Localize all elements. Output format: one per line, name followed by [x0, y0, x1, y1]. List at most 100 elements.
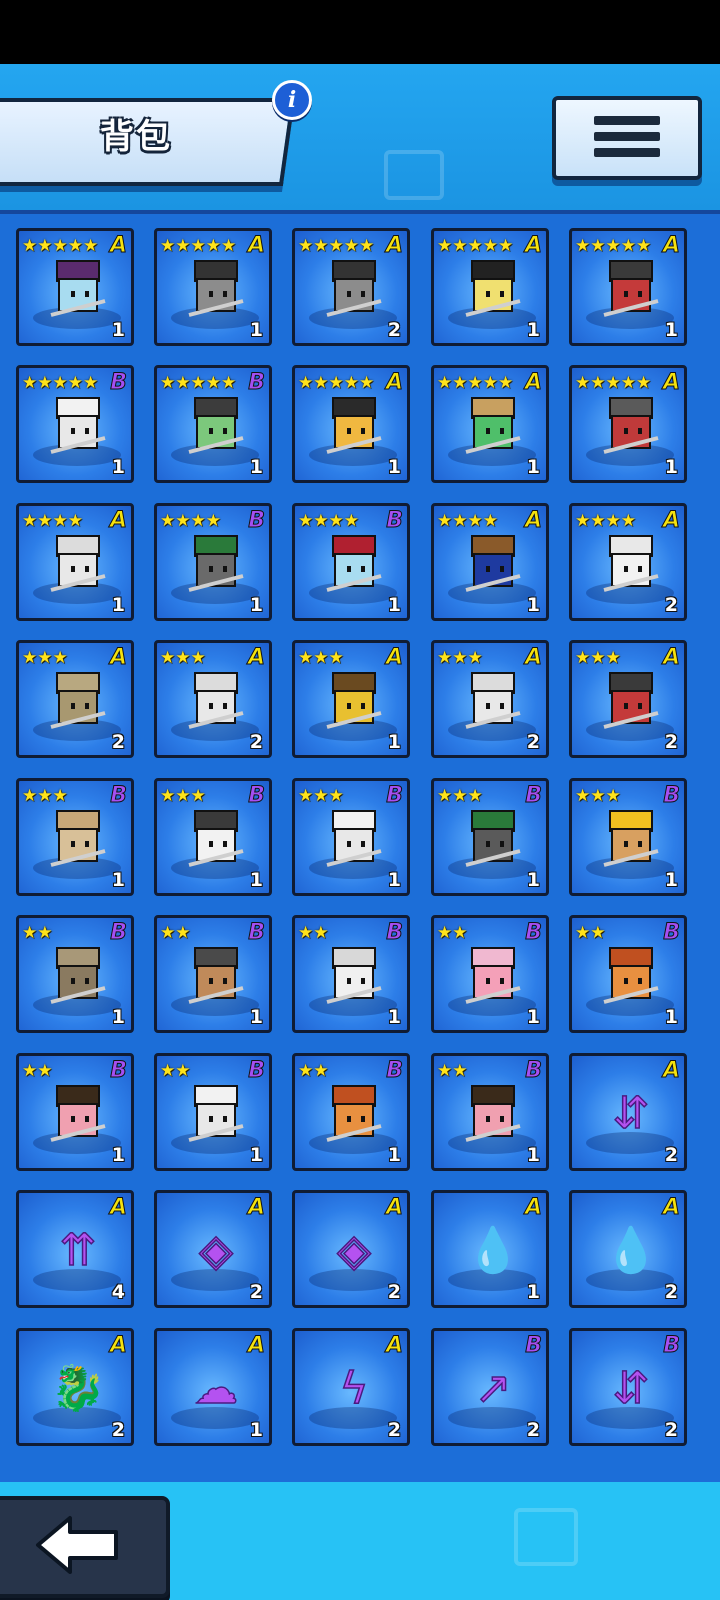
info-icon[interactable]: i	[272, 80, 312, 120]
star-rating: ★★	[298, 1061, 329, 1081]
grade-badge: A	[247, 645, 265, 671]
inventory-slot[interactable]: ★★★★★ A 1	[569, 365, 687, 483]
inventory-slot[interactable]: ◈ A 2	[154, 1190, 272, 1308]
inventory-slot[interactable]: ☁ A 1	[154, 1328, 272, 1446]
star-rating: ★★★	[298, 786, 344, 806]
hero-block-icon	[188, 1085, 244, 1142]
inventory-slot[interactable]: ★★ B 1	[16, 1053, 134, 1171]
grade-badge: A	[385, 1195, 403, 1221]
star-rating: ★★★★	[575, 511, 636, 531]
star-rating: ★★★★	[160, 511, 221, 531]
inventory-slot[interactable]: ★★★★ B 1	[154, 503, 272, 621]
inventory-slot[interactable]: ★★★★★ B 1	[16, 365, 134, 483]
inventory-slot[interactable]: ⇵ B 2	[569, 1328, 687, 1446]
hero-block-icon	[326, 1085, 382, 1142]
item-count: 1	[249, 869, 263, 891]
inventory-slot[interactable]: ⇈ A 4	[16, 1190, 134, 1308]
star-rating: ★★★	[575, 648, 621, 668]
svg-text:ϟ: ϟ	[339, 1363, 368, 1414]
inventory-slot[interactable]: ★★★★★ A 1	[292, 365, 410, 483]
inventory-slot[interactable]: ★★ B 1	[154, 915, 272, 1033]
hero-block-icon	[465, 672, 521, 729]
inventory-slot[interactable]: ★★★ A 1	[292, 640, 410, 758]
hamburger-menu-icon	[594, 116, 660, 125]
back-button[interactable]	[0, 1496, 170, 1598]
inventory-slot[interactable]: ↗ B 2	[431, 1328, 549, 1446]
inventory-slot[interactable]: ★★ B 1	[569, 915, 687, 1033]
item-count: 2	[526, 1419, 540, 1441]
inventory-slot[interactable]: ★★★ B 1	[569, 778, 687, 896]
star-rating: ★★★	[298, 648, 344, 668]
inventory-slot[interactable]: ★★★★★ A 1	[431, 365, 549, 483]
inventory-slot[interactable]: ★★★★★ A 1	[16, 228, 134, 346]
inventory-slot[interactable]: ϟA 2	[292, 1328, 410, 1446]
star-rating: ★★	[437, 1061, 468, 1081]
grade-badge: B	[386, 783, 404, 809]
item-count: 1	[249, 319, 263, 341]
inventory-slot[interactable]: ★★★★★ B 1	[154, 365, 272, 483]
grade-badge: A	[385, 1333, 403, 1359]
item-count: 1	[664, 869, 678, 891]
inventory-slot[interactable]: ★★★ B 1	[431, 778, 549, 896]
star-rating: ★★★	[160, 648, 206, 668]
status-bar	[0, 0, 720, 64]
inventory-slot[interactable]: ★★★★★ A 1	[154, 228, 272, 346]
item-count: 1	[111, 1006, 125, 1028]
inventory-slot[interactable]: ★★★ A 2	[431, 640, 549, 758]
inventory-slot[interactable]: ★★ B 1	[431, 1053, 549, 1171]
skill-icon: 💧	[465, 1224, 521, 1277]
inventory-slot[interactable]: ★★ B 1	[431, 915, 549, 1033]
inventory-slot[interactable]: ★★★★★ A 1	[569, 228, 687, 346]
inventory-slot[interactable]: 💧 A 2	[569, 1190, 687, 1308]
item-count: 1	[387, 731, 401, 753]
star-rating: ★★★	[22, 786, 68, 806]
item-count: 1	[526, 1144, 540, 1166]
inventory-slot[interactable]: ★★ B 1	[16, 915, 134, 1033]
svg-text:🐉: 🐉	[51, 1363, 106, 1414]
inventory-slot[interactable]: ★★★★ B 1	[292, 503, 410, 621]
item-count: 1	[249, 456, 263, 478]
item-count: 1	[526, 869, 540, 891]
grade-badge: A	[247, 233, 265, 259]
inventory-slot[interactable]: ★★★ A 2	[569, 640, 687, 758]
item-count: 2	[249, 731, 263, 753]
inventory-slot[interactable]: ★★★★ A 2	[569, 503, 687, 621]
inventory-slot[interactable]: ★★★★★ A 1	[431, 228, 549, 346]
inventory-slot[interactable]: ★★ B 1	[154, 1053, 272, 1171]
inventory-slot[interactable]: ★★★ B 1	[154, 778, 272, 896]
grade-badge: B	[248, 783, 266, 809]
grade-badge: B	[110, 1058, 128, 1084]
hero-block-icon	[603, 397, 659, 454]
hero-block-icon	[603, 810, 659, 867]
inventory-slot[interactable]: ★★★ A 2	[154, 640, 272, 758]
inventory-slot[interactable]: ★★★★ A 1	[16, 503, 134, 621]
hero-block-icon	[326, 947, 382, 1004]
inventory-grid: ★★★★★ A 1 ★★★★★ A 1 ★★★★★ A 2 ★★★★★ A 1 ★★★★★ A 1 ★★★★★…	[0, 210, 720, 1486]
item-count: 1	[111, 1144, 125, 1166]
inventory-slot[interactable]: ★★★ B 1	[292, 778, 410, 896]
inventory-slot[interactable]: ★★★ B 1	[16, 778, 134, 896]
page-title: 背包	[100, 117, 172, 157]
item-count: 1	[387, 869, 401, 891]
svg-text:⇵: ⇵	[613, 1088, 650, 1139]
inventory-slot[interactable]: ★★★ A 2	[16, 640, 134, 758]
skill-icon: ⇈	[59, 1224, 97, 1277]
star-rating: ★★★★★	[298, 373, 375, 393]
inventory-slot[interactable]: ★★ B 1	[292, 1053, 410, 1171]
grade-badge: B	[525, 1058, 543, 1084]
inventory-slot[interactable]: ★★ B 1	[292, 915, 410, 1033]
background-ghost-icon	[384, 150, 444, 200]
grade-badge: A	[524, 508, 542, 534]
inventory-slot[interactable]: 🐉 A 2	[16, 1328, 134, 1446]
menu-button[interactable]	[552, 96, 702, 180]
inventory-slot[interactable]: ★★★★★ A 2	[292, 228, 410, 346]
skill-icon: ϟ	[339, 1362, 370, 1415]
hero-block-icon	[465, 1085, 521, 1142]
item-count: 2	[249, 1281, 263, 1303]
inventory-slot[interactable]: ◈ A 2	[292, 1190, 410, 1308]
hamburger-menu-icon	[594, 132, 660, 141]
inventory-slot[interactable]: ⇵ A 2	[569, 1053, 687, 1171]
inventory-slot[interactable]: 💧 A 1	[431, 1190, 549, 1308]
hero-block-icon	[465, 535, 521, 592]
inventory-slot[interactable]: ★★★★ A 1	[431, 503, 549, 621]
